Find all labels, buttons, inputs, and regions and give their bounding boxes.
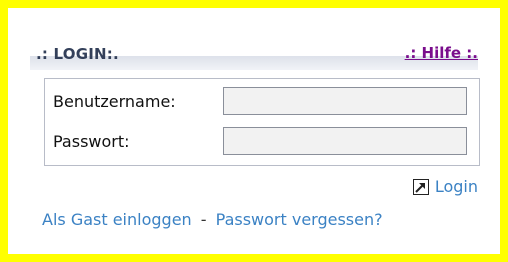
link-separator: -: [200, 210, 207, 229]
username-label: Benutzername:: [53, 92, 176, 111]
external-arrow-icon: [412, 178, 429, 195]
guest-login-link[interactable]: Als Gast einloggen: [42, 210, 192, 229]
bottom-links: Als Gast einloggen - Passwort vergessen?: [42, 210, 383, 229]
login-title: .: LOGIN:.: [36, 45, 119, 63]
password-input[interactable]: [223, 127, 467, 155]
help-link[interactable]: .: Hilfe :.: [405, 44, 478, 62]
login-form: Benutzername: Passwort:: [44, 78, 480, 166]
password-label: Passwort:: [53, 132, 130, 151]
login-button[interactable]: Login: [412, 177, 478, 196]
login-header: .: LOGIN:. .: Hilfe :.: [30, 32, 478, 70]
forgot-password-link[interactable]: Passwort vergessen?: [216, 210, 383, 229]
password-row: Passwort:: [53, 127, 473, 157]
login-link[interactable]: Login: [435, 177, 478, 196]
login-panel: .: LOGIN:. .: Hilfe :. Benutzername: Pas…: [30, 32, 490, 250]
username-input[interactable]: [223, 87, 467, 115]
username-row: Benutzername:: [53, 87, 473, 117]
